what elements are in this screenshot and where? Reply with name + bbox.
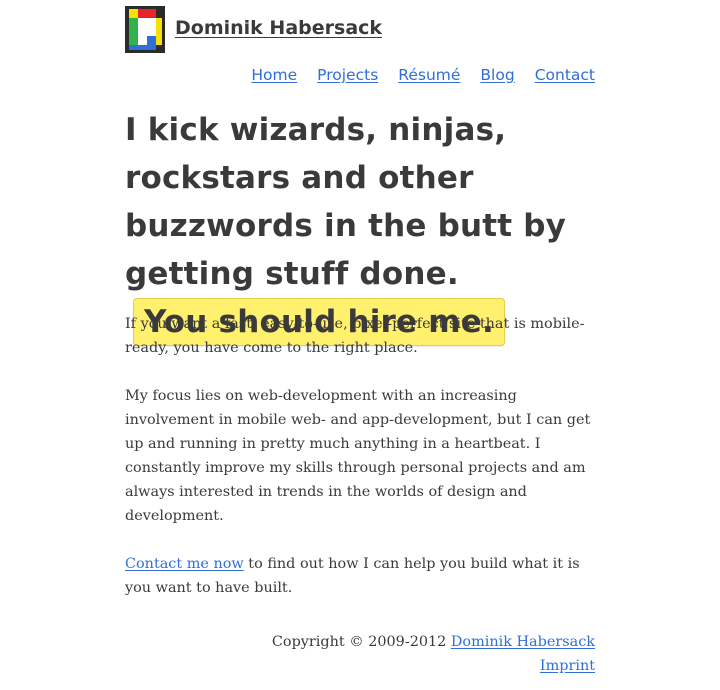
nav-home[interactable]: Home <box>251 66 297 84</box>
focus-paragraph: My focus lies on web-development with an… <box>125 388 591 524</box>
contact-me-link[interactable]: Contact me now <box>125 556 244 572</box>
nav-resume[interactable]: Résumé <box>398 66 460 84</box>
hero-headline-text: I kick wizards, ninjas, rockstars and ot… <box>125 112 567 292</box>
footer: Copyright © 2009-2012 Dominik Habersack … <box>272 630 595 678</box>
brand-home-link[interactable]: Dominik Habersack <box>125 6 382 53</box>
copyright-text: Copyright © 2009-2012 <box>271 634 451 650</box>
footer-author-link[interactable]: Dominik Habersack <box>451 634 595 650</box>
nav-projects[interactable]: Projects <box>317 66 378 84</box>
nav-blog[interactable]: Blog <box>480 66 514 84</box>
imprint-link[interactable]: Imprint <box>540 658 595 674</box>
brand-name[interactable]: Dominik Habersack <box>175 17 382 39</box>
hero-headline: I kick wizards, ninjas, rockstars and ot… <box>125 106 605 346</box>
nav-contact[interactable]: Contact <box>535 66 595 84</box>
pixel-d-logo-icon <box>125 6 165 53</box>
intro-paragraph: If you want a fast, easy-to-use, pixel-p… <box>125 316 585 356</box>
copyright-line: Copyright © 2009-2012 Dominik Habersack <box>272 630 595 654</box>
contact-paragraph: Contact me now to find out how I can hel… <box>125 552 600 600</box>
main-nav: Home Projects Résumé Blog Contact <box>251 66 595 84</box>
